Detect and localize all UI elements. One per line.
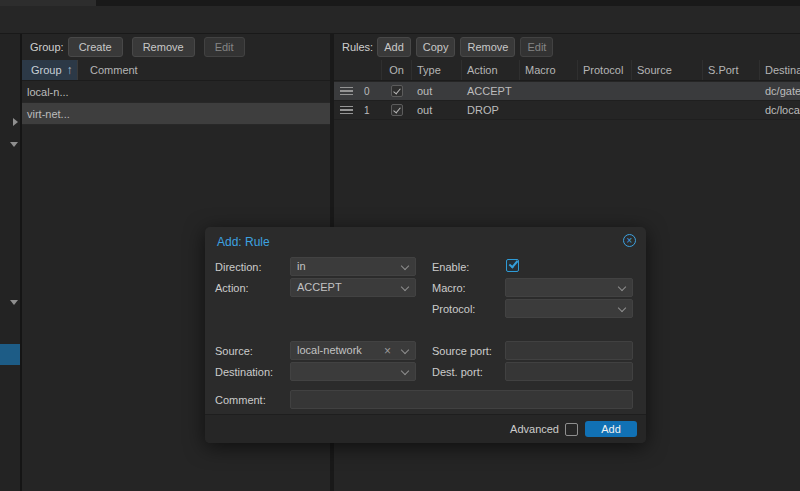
rule-pos: 0 <box>364 86 370 97</box>
destination-select[interactable] <box>290 362 416 381</box>
destination-label: Destination: <box>215 366 273 378</box>
groups-toolbar: Group: Create Remove Edit <box>22 34 330 60</box>
column-header-action[interactable]: Action <box>462 60 520 80</box>
add-rule-button[interactable]: Add <box>377 37 411 57</box>
rule-destination: dc/local- <box>760 104 800 116</box>
column-header-sport[interactable]: S.Port <box>703 60 760 80</box>
add-rule-dialog: Add: Rule × Direction: in Enable: Action… <box>205 227 646 443</box>
create-group-button[interactable]: Create <box>68 37 123 57</box>
direction-label: Direction: <box>215 261 261 273</box>
chevron-down-icon <box>618 283 626 291</box>
drag-handle-icon[interactable] <box>340 106 353 115</box>
direction-select[interactable]: in <box>290 257 416 276</box>
column-header-handle <box>334 60 382 80</box>
group-row-local[interactable]: local-n... <box>22 81 330 103</box>
collapse-down-icon-2[interactable] <box>10 300 18 305</box>
rail-selection-indicator <box>0 344 20 365</box>
top-tab <box>0 0 96 6</box>
chevron-down-icon <box>401 367 409 375</box>
clear-icon[interactable]: × <box>384 343 391 360</box>
rule-pos: 1 <box>364 105 370 116</box>
macro-label: Macro: <box>432 282 466 294</box>
remove-rule-button[interactable]: Remove <box>460 37 515 57</box>
rule-row-1[interactable]: 1 out DROP dc/local- <box>334 101 800 120</box>
dialog-footer: Advanced Add <box>205 414 646 443</box>
enable-checkbox[interactable] <box>506 259 519 272</box>
groups-table-header: Group↑ Comment <box>22 60 330 81</box>
comment-label: Comment: <box>215 394 266 406</box>
rule-on-checkbox[interactable] <box>391 85 403 97</box>
rule-action: ACCEPT <box>462 85 520 97</box>
rule-type: out <box>412 104 462 116</box>
column-header-macro[interactable]: Macro <box>520 60 578 80</box>
remove-group-button[interactable]: Remove <box>132 37 195 57</box>
chevron-down-icon <box>401 283 409 291</box>
source-label: Source: <box>215 345 253 357</box>
source-select[interactable]: local-network× <box>290 341 416 360</box>
macro-select[interactable] <box>505 278 633 297</box>
add-button[interactable]: Add <box>585 421 637 437</box>
source-port-input[interactable] <box>505 341 633 360</box>
top-strip <box>0 0 800 6</box>
rule-action: DROP <box>462 104 520 116</box>
enable-label: Enable: <box>432 261 469 273</box>
dialog-title: Add: Rule <box>217 235 270 249</box>
app-root: Group: Create Remove Edit Group↑ Comment… <box>0 0 800 491</box>
column-header-comment[interactable]: Comment <box>78 60 138 80</box>
copy-rule-button[interactable]: Copy <box>416 37 456 57</box>
comment-input[interactable] <box>290 390 633 409</box>
column-header-protocol[interactable]: Protocol <box>578 60 632 80</box>
column-header-group[interactable]: Group↑ <box>22 60 78 80</box>
left-rail <box>0 34 20 491</box>
groups-toolbar-label: Group: <box>30 41 64 53</box>
protocol-label: Protocol: <box>432 303 475 315</box>
close-icon[interactable]: × <box>623 234 636 247</box>
check-icon <box>393 86 401 94</box>
sort-asc-icon: ↑ <box>67 63 73 77</box>
drag-handle-icon[interactable] <box>340 87 353 96</box>
expand-right-icon[interactable] <box>13 118 18 126</box>
collapse-down-icon[interactable] <box>10 142 18 147</box>
action-select[interactable]: ACCEPT <box>290 278 416 297</box>
protocol-select[interactable] <box>505 299 633 318</box>
column-header-source[interactable]: Source <box>632 60 703 80</box>
rule-row-0[interactable]: 0 out ACCEPT dc/gatew <box>334 82 800 101</box>
advanced-label: Advanced <box>510 423 559 435</box>
group-row-virt[interactable]: virt-net... <box>22 103 330 125</box>
rules-table-header: On Type Action Macro Protocol Source S.P… <box>334 60 800 81</box>
source-port-label: Source port: <box>432 345 492 357</box>
edit-rule-button[interactable]: Edit <box>520 37 553 57</box>
action-label: Action: <box>215 282 249 294</box>
chevron-down-icon <box>401 346 409 354</box>
rules-toolbar-label: Rules: <box>342 41 373 53</box>
check-icon <box>508 258 518 268</box>
chevron-down-icon <box>618 304 626 312</box>
chevron-down-icon <box>401 262 409 270</box>
dest-port-input[interactable] <box>505 362 633 381</box>
edit-group-button[interactable]: Edit <box>204 37 245 57</box>
rules-toolbar: Rules: Add Copy Remove Edit <box>334 34 800 60</box>
dest-port-label: Dest. port: <box>432 366 483 378</box>
check-icon <box>393 105 401 113</box>
rule-type: out <box>412 85 462 97</box>
rule-on-checkbox[interactable] <box>391 104 403 116</box>
column-header-destination[interactable]: Destination <box>760 60 800 80</box>
advanced-checkbox[interactable] <box>565 423 578 436</box>
column-header-on[interactable]: On <box>382 60 412 80</box>
rule-destination: dc/gatew <box>760 85 800 97</box>
column-header-type[interactable]: Type <box>412 60 462 80</box>
